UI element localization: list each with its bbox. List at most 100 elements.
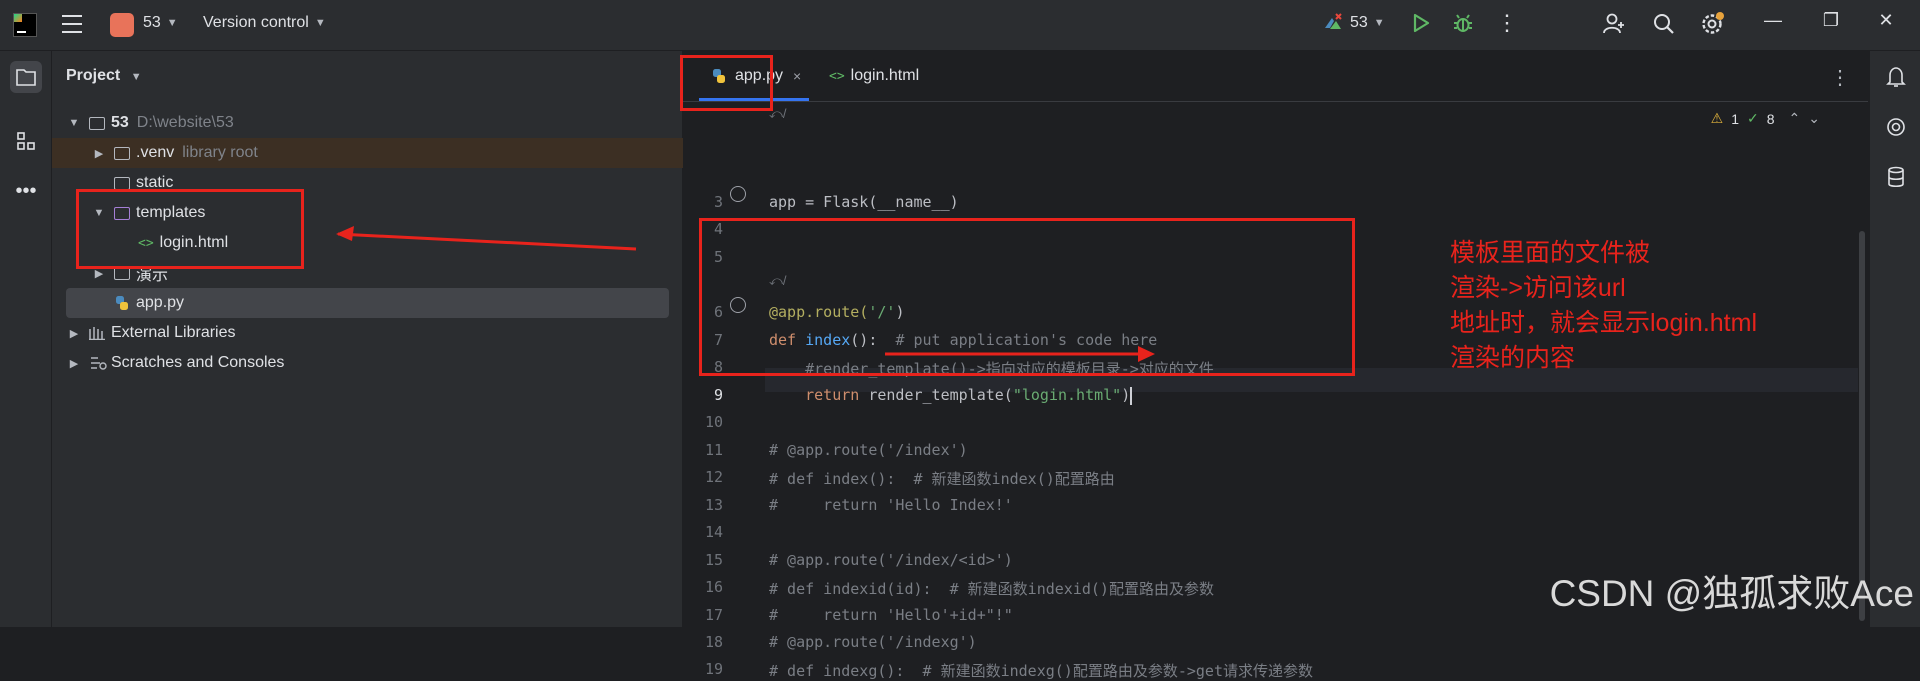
line-number: 10 bbox=[704, 413, 723, 431]
pycharm-logo-icon[interactable] bbox=[13, 13, 37, 37]
editor-tab-bar: app.py × <> login.html ⋮ bbox=[683, 51, 1868, 102]
minimize-window-button[interactable]: — bbox=[1758, 10, 1788, 31]
main-menu-icon[interactable] bbox=[62, 15, 82, 33]
line-number: 13 bbox=[704, 496, 723, 514]
chevron-up-icon[interactable]: ⌃ bbox=[1789, 110, 1801, 127]
title-bar: 53 ▼ Version control ▼ 53 ▼ ⋮ — ❐ ✕ bbox=[0, 0, 1920, 51]
tree-item-label: Scratches and Consoles bbox=[111, 354, 285, 371]
chevron-right-icon[interactable]: ▶ bbox=[92, 147, 106, 160]
project-panel-title[interactable]: Project ▼ bbox=[66, 67, 142, 85]
code-line-15[interactable]: # @app.route('/index/<id>') bbox=[769, 551, 1013, 569]
line-number: 18 bbox=[704, 633, 723, 651]
tab-label: login.html bbox=[850, 67, 920, 84]
code-line-19[interactable]: # def indexg(): # 新建函数indexg()配置路由及参数->g… bbox=[769, 660, 1313, 681]
tab-options-icon[interactable]: ⋮ bbox=[1830, 65, 1850, 90]
tree-item-venv[interactable]: ▶ .venv library root bbox=[52, 138, 722, 168]
code-line-17[interactable]: # return 'Hello'+id+"!" bbox=[769, 606, 1013, 624]
more-actions-icon[interactable]: ⋮ bbox=[1496, 10, 1518, 36]
csdn-watermark: CSDN @独孤求败Ace bbox=[1549, 573, 1914, 614]
code-line-12[interactable]: # def index(): # 新建函数index()配置路由 bbox=[769, 468, 1115, 489]
highlight-box-route-code bbox=[699, 218, 1355, 376]
warning-count: 1 bbox=[1731, 110, 1739, 127]
tree-item-path: D:\website\53 bbox=[136, 114, 234, 131]
restore-window-button[interactable]: ❐ bbox=[1816, 10, 1846, 31]
line-number: 15 bbox=[704, 551, 723, 569]
close-tab-icon[interactable]: × bbox=[793, 68, 801, 84]
annotation-note: 模板里面的文件被 渲染->访问该url 地址时，就会显示login.html 渲… bbox=[1450, 236, 1810, 376]
endpoint-globe-icon[interactable] bbox=[730, 186, 746, 202]
run-config-name: 53 bbox=[1350, 14, 1368, 31]
call-token: render_template( bbox=[868, 386, 1013, 404]
code-line-11[interactable]: # @app.route('/index') bbox=[769, 441, 968, 459]
annotation-line: 地址时，就会显示login.html bbox=[1450, 309, 1757, 337]
text-caret bbox=[1130, 386, 1133, 405]
tree-item-label: 53 bbox=[111, 114, 129, 131]
line-number: 3 bbox=[713, 193, 723, 211]
python-run-config-icon bbox=[1322, 12, 1344, 34]
scratches-icon bbox=[89, 355, 107, 371]
highlight-box-templates bbox=[76, 189, 304, 269]
code-line-13[interactable]: # return 'Hello Index!' bbox=[769, 496, 1013, 514]
html-file-icon: <> bbox=[829, 68, 845, 84]
chevron-down-icon[interactable]: ⌄ bbox=[1808, 110, 1820, 127]
debug-icon[interactable] bbox=[1452, 12, 1474, 34]
tree-item-external-libraries[interactable]: ▶ External Libraries bbox=[52, 318, 697, 348]
check-count: 8 bbox=[1766, 110, 1775, 127]
structure-tool-icon[interactable] bbox=[10, 125, 42, 157]
code-line-16[interactable]: # def indexid(id): # 新建函数indexid()配置路由及参… bbox=[769, 578, 1214, 599]
code-line-3[interactable]: app = Flask(__name__) bbox=[769, 193, 959, 211]
run-icon[interactable] bbox=[1410, 12, 1432, 34]
python-file-icon bbox=[114, 295, 130, 311]
chevron-down-icon: ▼ bbox=[1373, 17, 1385, 29]
tree-item-label: app.py bbox=[136, 294, 185, 311]
run-configuration-selector[interactable]: 53 ▼ bbox=[1322, 12, 1385, 34]
folder-icon bbox=[89, 116, 105, 130]
code-line-18[interactable]: # @app.route('/indexg') bbox=[769, 633, 977, 651]
line-number: 16 bbox=[704, 578, 723, 596]
right-tool-strip bbox=[1869, 51, 1920, 627]
version-control-menu[interactable]: Version control ▼ bbox=[203, 14, 326, 32]
keyword-token: return bbox=[769, 386, 869, 404]
tree-item-hint: library root bbox=[182, 144, 258, 161]
string-token: "login.html" bbox=[1012, 386, 1122, 404]
chevron-down-icon: ▼ bbox=[130, 71, 142, 83]
tree-item-label: External Libraries bbox=[111, 324, 236, 341]
left-tool-strip: ••• bbox=[0, 51, 52, 627]
tab-login-html[interactable]: <> login.html bbox=[829, 51, 919, 101]
line-number: 12 bbox=[704, 468, 723, 486]
project-panel: Project ▼ ▼ 53 D:\website\53 ▶ .venv lib… bbox=[52, 51, 722, 627]
add-user-icon[interactable] bbox=[1602, 12, 1626, 36]
annotation-line: 渲染的内容 bbox=[1450, 344, 1576, 372]
database-icon[interactable] bbox=[1882, 163, 1910, 191]
settings-gear-icon[interactable] bbox=[1700, 11, 1726, 37]
chevron-down-icon[interactable]: ▼ bbox=[67, 117, 81, 129]
search-icon[interactable] bbox=[1652, 12, 1676, 36]
folder-icon bbox=[114, 176, 130, 190]
version-control-label: Version control bbox=[203, 14, 309, 31]
tree-item-app-py[interactable]: app.py bbox=[66, 288, 669, 318]
project-badge-icon[interactable] bbox=[110, 13, 134, 37]
library-icon bbox=[89, 326, 105, 340]
project-name: 53 bbox=[143, 14, 161, 31]
more-tools-icon[interactable]: ••• bbox=[10, 175, 42, 207]
annotation-line: 渲染->访问该url bbox=[1450, 274, 1626, 302]
code-line-9[interactable]: return render_template("login.html") bbox=[769, 386, 1133, 405]
tree-item-scratches[interactable]: ▶ Scratches and Consoles bbox=[52, 348, 697, 378]
project-tool-icon[interactable] bbox=[10, 61, 42, 93]
annotation-line: 模板里面的文件被 bbox=[1450, 239, 1651, 267]
ai-assistant-icon[interactable] bbox=[1882, 113, 1910, 141]
warning-icon: ⚠ bbox=[1710, 110, 1724, 126]
project-panel-title-label: Project bbox=[66, 67, 121, 84]
notifications-bell-icon[interactable] bbox=[1882, 63, 1910, 91]
line-number: 9 bbox=[713, 386, 723, 404]
chevron-right-icon[interactable]: ▶ bbox=[67, 327, 81, 340]
tree-item-root[interactable]: ▼ 53 D:\website\53 bbox=[52, 108, 697, 138]
close-window-button[interactable]: ✕ bbox=[1871, 10, 1901, 31]
paren-token: ) bbox=[1121, 386, 1131, 404]
project-switcher[interactable]: 53 ▼ bbox=[143, 14, 178, 32]
inspection-widget[interactable]: ⚠ 1 ✓ 8 ⌃ ⌄ bbox=[1711, 110, 1820, 127]
chevron-down-icon: ▼ bbox=[166, 17, 178, 29]
chevron-right-icon[interactable]: ▶ bbox=[67, 357, 81, 370]
line-number: 14 bbox=[704, 523, 723, 541]
folder-icon bbox=[114, 146, 130, 160]
